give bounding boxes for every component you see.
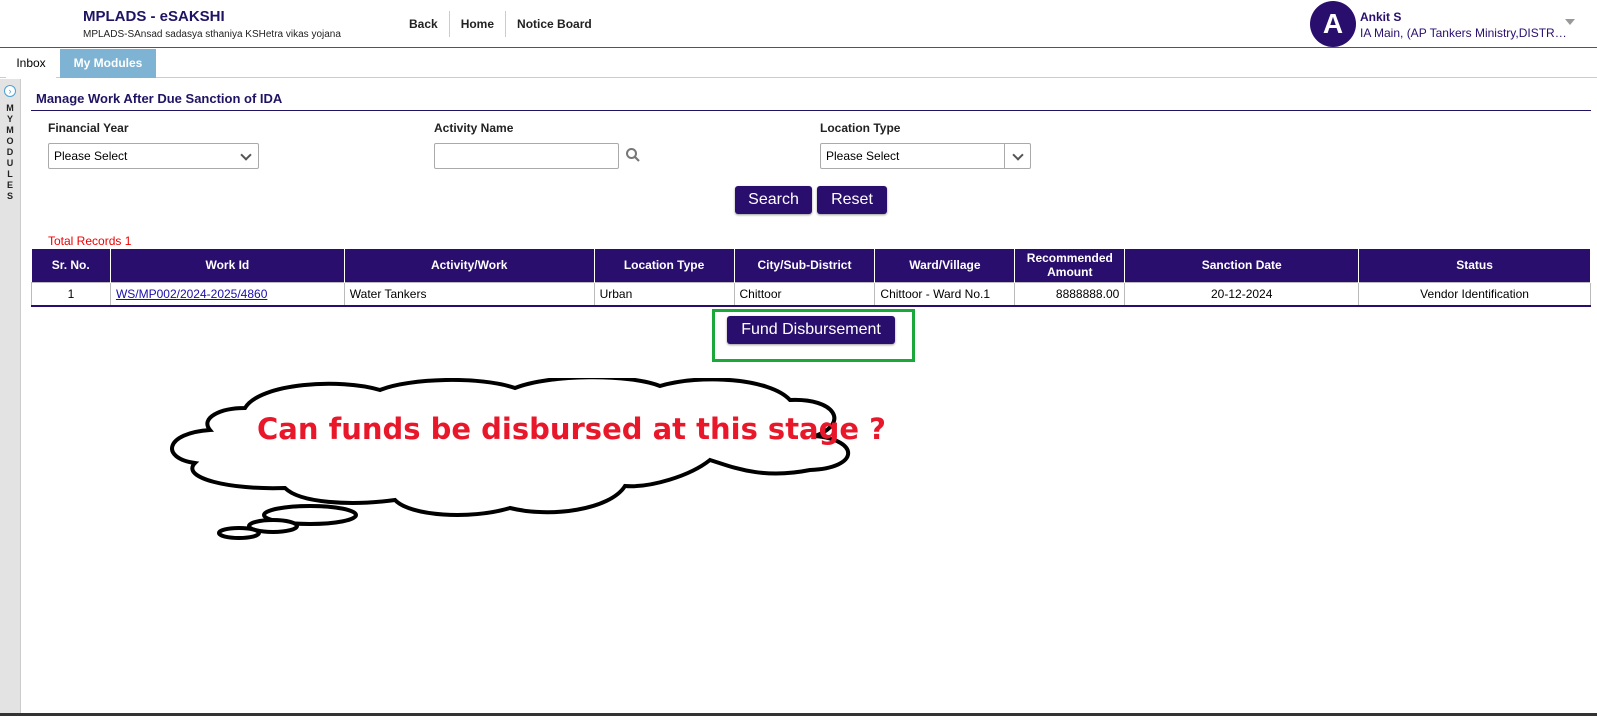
nav-back-link[interactable]: Back <box>399 11 449 37</box>
side-panel-label: M Y M O D U L E S <box>0 103 20 202</box>
page-title: Manage Work After Due Sanction of IDA <box>36 91 283 106</box>
tab-my-modules[interactable]: My Modules <box>60 49 156 78</box>
chevron-down-icon[interactable] <box>1565 19 1575 25</box>
cell-activity: Water Tankers <box>343 281 595 307</box>
cell-work-id: WS/MP002/2024-2025/4860 <box>109 281 345 307</box>
cell-sr-no: 1 <box>31 281 111 307</box>
total-records: Total Records 1 <box>48 234 131 248</box>
column-header[interactable]: Recommended Amount <box>1014 249 1126 282</box>
column-header[interactable]: Status <box>1358 249 1591 282</box>
side-letter: U <box>6 158 14 168</box>
divider <box>31 110 1591 111</box>
side-letter: S <box>6 191 13 201</box>
cell-city: Chittoor <box>733 281 876 307</box>
my-modules-side-panel[interactable]: › M Y M O D U L E S <box>0 79 21 716</box>
side-letter: D <box>6 147 14 157</box>
total-records-label: Total Records <box>48 234 122 248</box>
chevron-down-icon <box>1012 149 1024 161</box>
reset-button[interactable]: Reset <box>817 186 887 214</box>
location-type-value: Please Select <box>826 149 900 163</box>
avatar: A <box>1310 1 1356 47</box>
top-nav: Back Home Notice Board <box>399 11 603 37</box>
nav-home-link[interactable]: Home <box>448 11 505 37</box>
activity-name-input[interactable] <box>434 143 619 169</box>
financial-year-value: Please Select <box>54 149 128 163</box>
nav-notice-board-link[interactable]: Notice Board <box>505 11 603 37</box>
user-role: IA Main, (AP Tankers Ministry,DISTRICT..… <box>1360 26 1570 40</box>
chevron-down-icon <box>240 149 252 161</box>
side-letter: M <box>6 103 14 113</box>
cell-amount: 8888888.00 <box>1014 281 1126 307</box>
activity-name-label: Activity Name <box>434 121 514 135</box>
column-header[interactable]: Ward/Village <box>874 249 1016 282</box>
total-records-count: 1 <box>124 234 132 248</box>
tab-inbox[interactable]: Inbox <box>6 49 56 78</box>
table-header-row: Sr. No. Work Id Activity/Work Location T… <box>31 249 1591 282</box>
app-header: MPLADS - eSAKSHI MPLADS-SAnsad sadasya s… <box>0 0 1597 48</box>
cell-ward: Chittoor - Ward No.1 <box>874 281 1016 307</box>
financial-year-select[interactable]: Please Select <box>48 143 259 169</box>
column-header[interactable]: Activity/Work <box>344 249 595 282</box>
table-row[interactable]: 1 WS/MP002/2024-2025/4860 Water Tankers … <box>31 281 1591 307</box>
thought-cloud-annotation <box>170 378 851 540</box>
results-table: Sr. No. Work Id Activity/Work Location T… <box>31 249 1591 307</box>
expand-arrow-icon[interactable]: › <box>4 85 16 97</box>
annotation-question: Can funds be disbursed at this stage ? <box>257 412 886 446</box>
cell-location-type: Urban <box>593 281 735 307</box>
app-subtitle: MPLADS-SAnsad sadasya sthaniya KSHetra v… <box>83 29 341 40</box>
location-type-select[interactable]: Please Select <box>820 143 1031 169</box>
location-type-label: Location Type <box>820 121 901 135</box>
side-letter: E <box>6 180 13 190</box>
user-menu[interactable]: A Ankit S IA Main, (AP Tankers Ministry,… <box>1309 1 1589 47</box>
fund-disbursement-button[interactable]: Fund Disbursement <box>727 316 895 344</box>
search-icon[interactable] <box>625 147 641 163</box>
select-divider <box>1004 144 1005 168</box>
column-header[interactable]: City/Sub-District <box>734 249 876 282</box>
financial-year-label: Financial Year <box>48 121 129 135</box>
column-header[interactable]: Sanction Date <box>1124 249 1360 282</box>
side-letter: O <box>6 136 14 146</box>
side-letter: M <box>6 125 14 135</box>
search-button[interactable]: Search <box>735 186 812 214</box>
side-letter: Y <box>6 114 13 124</box>
tab-bar: Inbox My Modules <box>0 49 1597 78</box>
column-header[interactable]: Work Id <box>110 249 345 282</box>
cell-sanction-date: 20-12-2024 <box>1124 281 1360 307</box>
column-header[interactable]: Sr. No. <box>31 249 111 282</box>
cell-status: Vendor Identification <box>1358 281 1591 307</box>
work-id-link[interactable]: WS/MP002/2024-2025/4860 <box>116 287 267 301</box>
user-name: Ankit S <box>1360 10 1402 24</box>
side-letter: L <box>7 169 13 179</box>
app-title: MPLADS - eSAKSHI <box>83 8 225 25</box>
column-header[interactable]: Location Type <box>594 249 735 282</box>
